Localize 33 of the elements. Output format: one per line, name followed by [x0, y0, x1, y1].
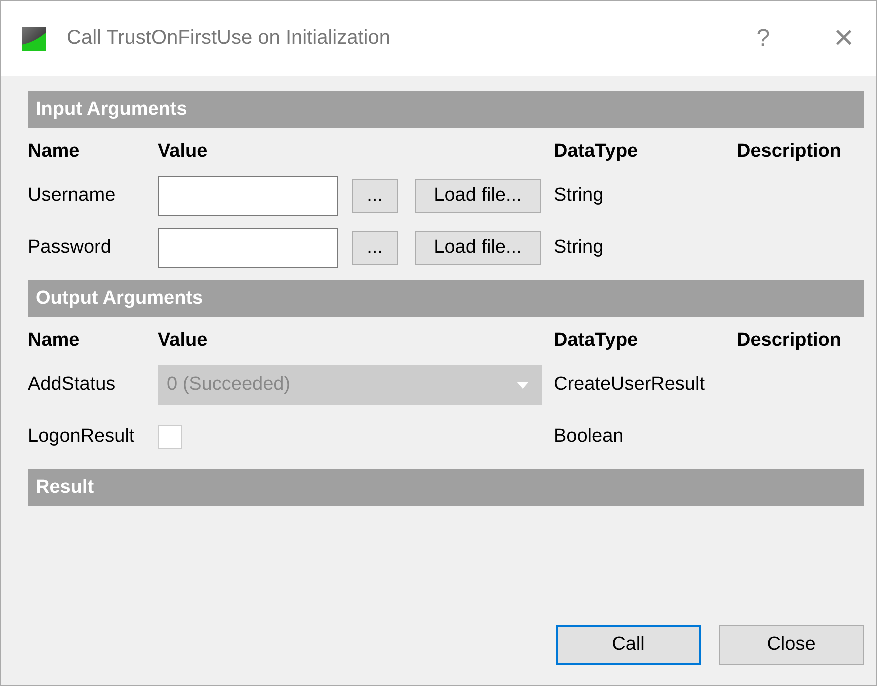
- column-header: Value: [158, 140, 209, 164]
- section-header: Input Arguments: [28, 91, 864, 128]
- data-type: String: [554, 185, 605, 207]
- load-file-button[interactable]: Load file...: [415, 179, 541, 213]
- browse-button[interactable]: ...: [352, 179, 398, 213]
- data-type: Boolean: [554, 426, 625, 448]
- column-header: Name: [28, 329, 81, 353]
- column-header: DataType: [554, 329, 640, 353]
- caret-icon: [517, 382, 529, 388]
- column-header: Description: [737, 140, 843, 164]
- browse-button[interactable]: ...: [352, 231, 398, 265]
- close-button[interactable]: ×: [834, 19, 854, 58]
- argument-name: Password: [28, 237, 112, 259]
- dialog-button[interactable]: Call: [556, 625, 701, 665]
- checkbox[interactable]: [158, 425, 182, 449]
- app-icon: [22, 26, 46, 50]
- data-type: String: [554, 237, 605, 259]
- argument-name: LogonResult: [28, 426, 136, 448]
- input-field[interactable]: [158, 228, 338, 268]
- column-header: Value: [158, 329, 209, 353]
- argument-name: Username: [28, 185, 117, 207]
- data-type: CreateUserResult: [554, 374, 706, 396]
- column-header: DataType: [554, 140, 640, 164]
- dialog-button[interactable]: Close: [719, 625, 864, 665]
- argument-name: AddStatus: [28, 374, 117, 396]
- section-header: Output Arguments: [28, 280, 864, 317]
- input-field[interactable]: [158, 176, 338, 216]
- column-header: Description: [737, 329, 843, 353]
- section-header: Result: [28, 469, 864, 506]
- window-title: Call TrustOnFirstUse on Initialization: [67, 27, 392, 50]
- help-button[interactable]: ?: [756, 24, 770, 52]
- column-header: Name: [28, 140, 81, 164]
- load-file-button[interactable]: Load file...: [415, 231, 541, 265]
